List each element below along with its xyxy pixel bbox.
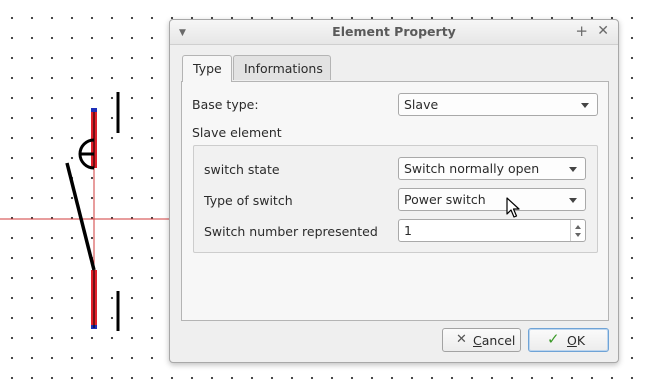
top-terminal-end — [91, 108, 97, 112]
pin-plus-icon[interactable]: + — [575, 23, 588, 39]
base-type-label: Base type: — [192, 97, 259, 112]
switch-state-label: switch state — [204, 162, 280, 177]
switch-type-label: Type of switch — [204, 193, 293, 208]
tab-type[interactable]: Type — [182, 55, 232, 82]
ok-mnemonic: O — [567, 333, 577, 348]
slave-element-group: switch state Switch normally open Type o… — [193, 145, 598, 253]
spin-down-icon[interactable] — [575, 233, 581, 237]
base-type-combo[interactable]: Slave — [398, 93, 598, 116]
switch-blade — [65, 162, 96, 271]
cancel-label-rest: ancel — [481, 333, 516, 348]
slave-element-title: Slave element — [192, 125, 282, 140]
ok-button[interactable]: ✓ OK — [528, 328, 609, 352]
switch-type-value: Power switch — [404, 192, 486, 207]
dialog-title: Element Property — [332, 24, 456, 39]
close-icon[interactable]: ✕ — [597, 23, 609, 39]
mouse-cursor-icon — [506, 197, 520, 218]
dialog-titlebar[interactable]: ▼ Element Property + ✕ — [170, 20, 618, 45]
tab-informations[interactable]: Informations — [233, 55, 331, 80]
switch-type-combo[interactable]: Power switch — [398, 188, 586, 211]
chevron-down-icon — [569, 167, 577, 172]
chevron-down-icon — [569, 198, 577, 203]
ok-label-rest: K — [576, 333, 586, 348]
chevron-down-icon — [581, 103, 589, 108]
switch-state-combo[interactable]: Switch normally open — [398, 157, 586, 180]
switch-state-value: Switch normally open — [404, 161, 540, 176]
switch-number-spinbox[interactable]: 1 — [398, 219, 586, 242]
element-property-dialog: ▼ Element Property + ✕ Type Informations… — [169, 19, 619, 363]
spin-up-icon[interactable] — [575, 225, 581, 229]
cancel-button[interactable]: ✕ Cancel — [442, 328, 521, 352]
checkmark-icon: ✓ — [547, 330, 560, 348]
type-tab-panel: Base type: Slave Slave element switch st… — [181, 81, 609, 321]
base-type-value: Slave — [404, 97, 439, 112]
switch-number-label: Switch number represented — [204, 224, 378, 239]
cancel-x-icon: ✕ — [456, 332, 467, 347]
switch-number-value: 1 — [404, 223, 412, 238]
cancel-mnemonic: C — [473, 333, 482, 348]
